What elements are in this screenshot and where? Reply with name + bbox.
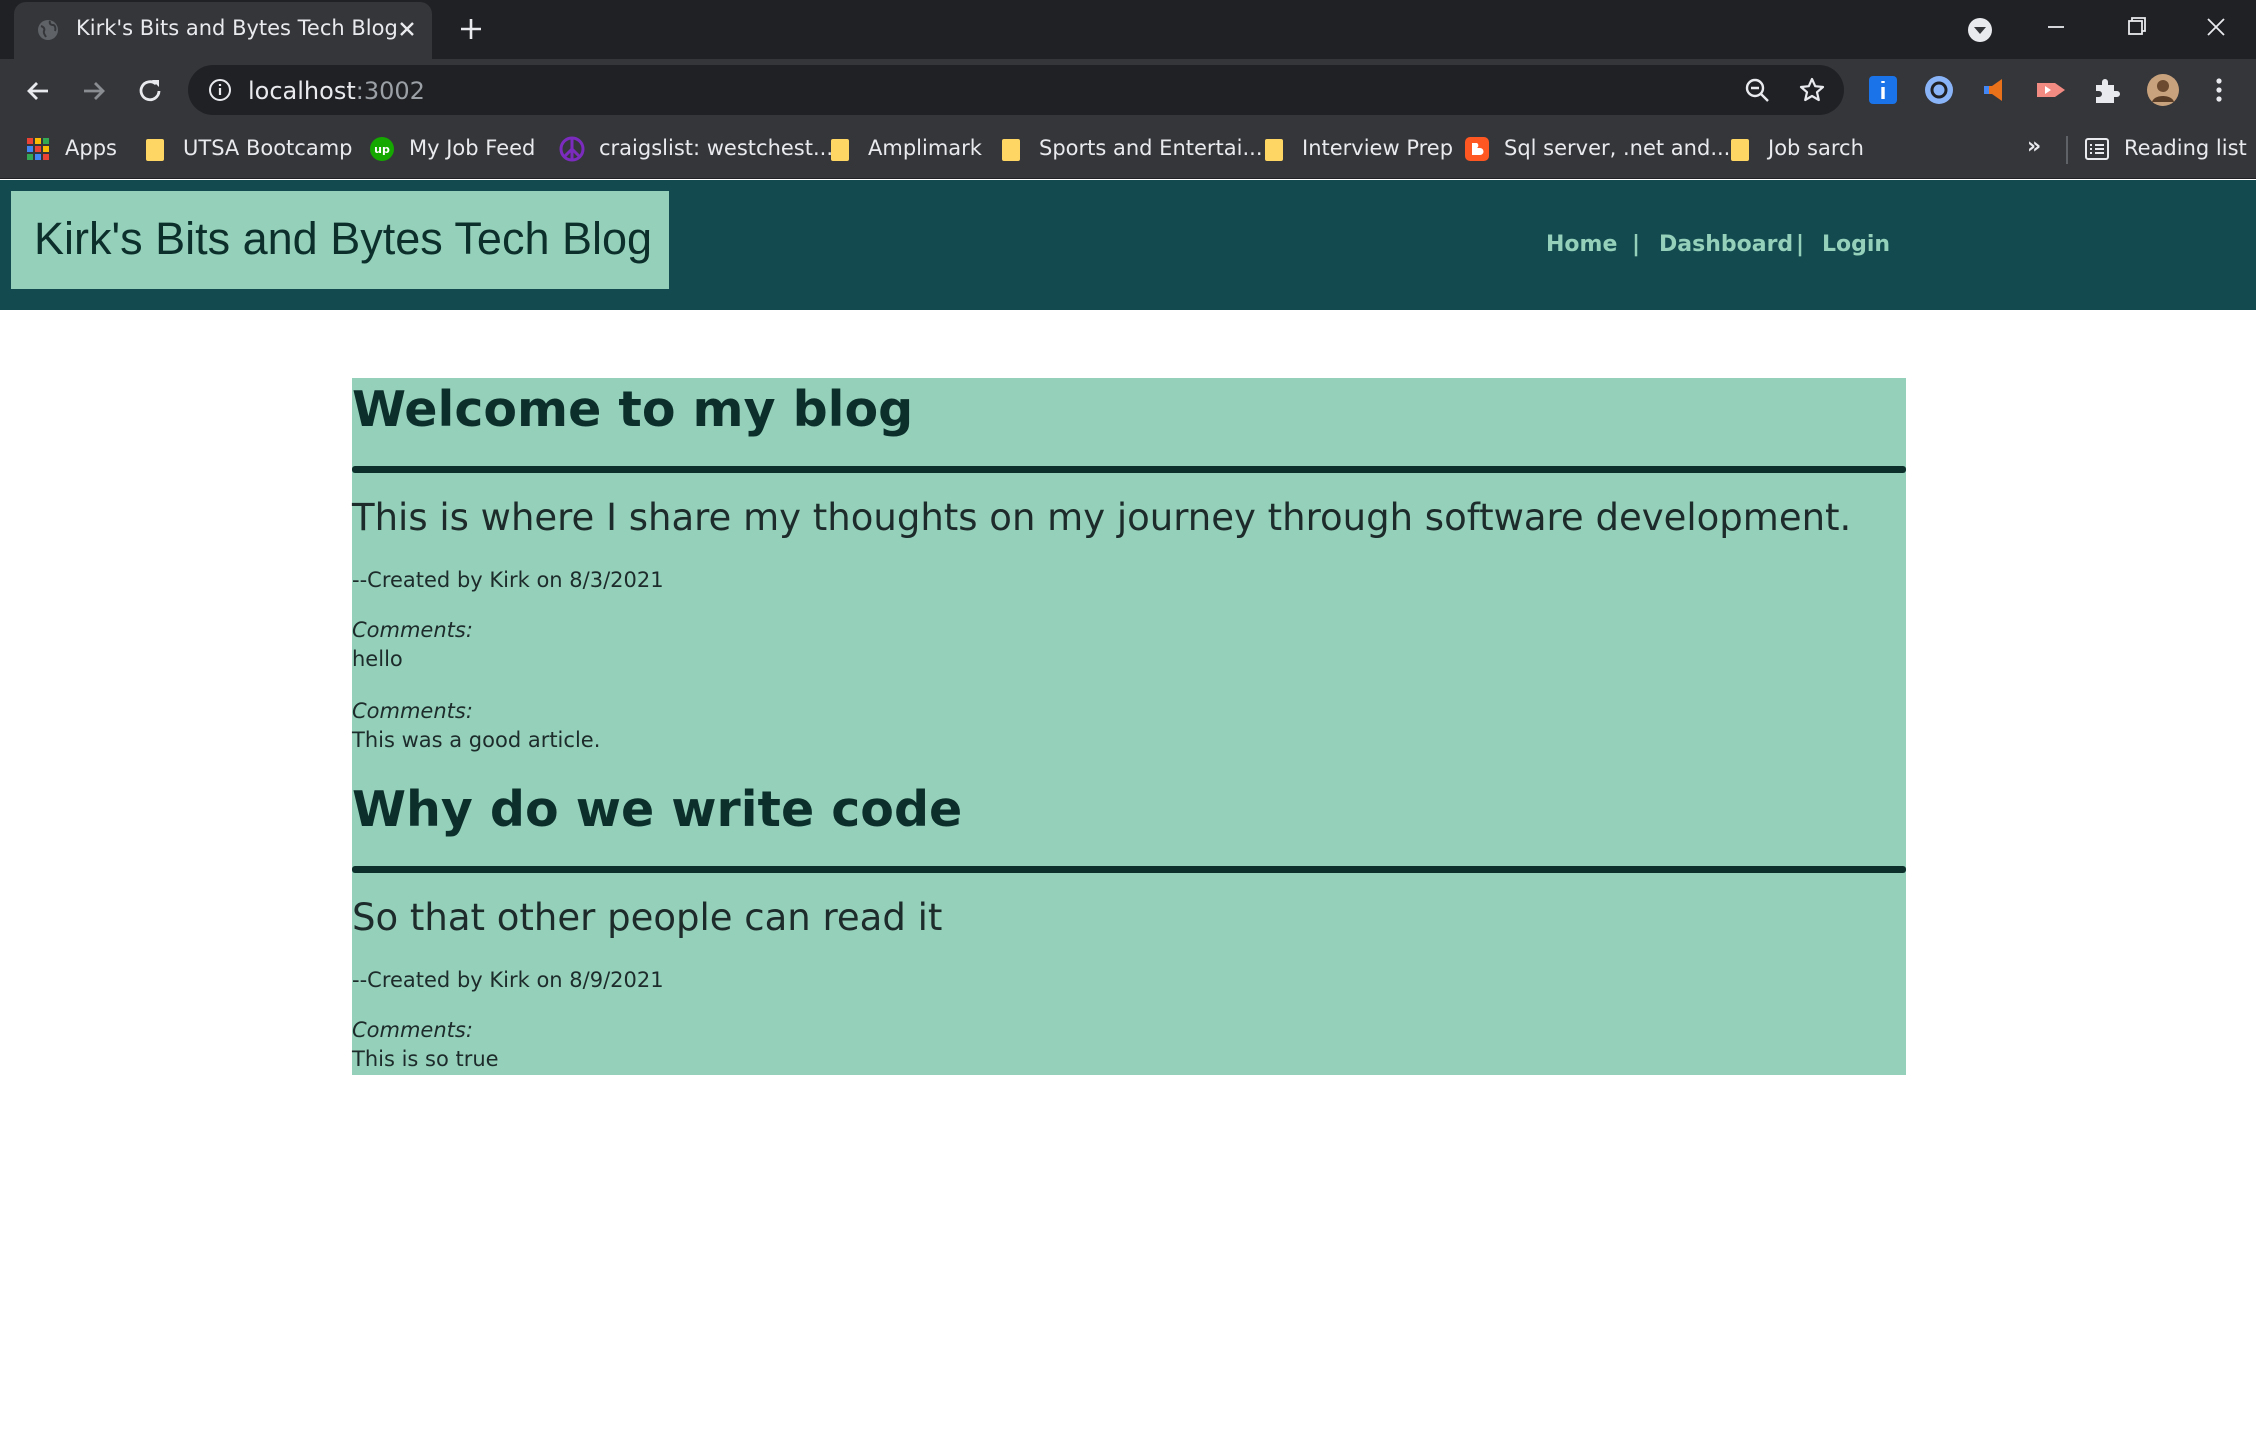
post-title[interactable]: Why do we write code	[352, 781, 962, 838]
bookmark-label: craigslist: westchest...	[599, 136, 833, 160]
folder-icon	[146, 139, 164, 161]
forward-icon[interactable]	[76, 73, 112, 109]
blogger-icon	[1465, 137, 1489, 161]
chrome-menu-icon[interactable]	[2202, 73, 2236, 107]
profile-avatar-icon[interactable]	[2146, 73, 2180, 107]
bookmark-label: UTSA Bootcamp	[183, 136, 353, 160]
post-meta: --Created by Kirk on 8/9/2021	[352, 968, 664, 992]
bookmark-label: Interview Prep	[1302, 136, 1454, 160]
site-brand: Kirk's Bits and Bytes Tech Blog	[11, 191, 669, 289]
info-extension-icon[interactable]	[1866, 73, 1900, 107]
site-info-icon[interactable]	[208, 78, 232, 102]
reload-icon[interactable]	[132, 73, 168, 109]
folder-icon	[831, 139, 849, 161]
nav-home-link[interactable]: Home	[1546, 232, 1617, 257]
circle-extension-icon[interactable]	[1922, 73, 1956, 107]
close-tab-icon[interactable]	[392, 14, 422, 44]
reading-list-label: Reading list	[2124, 136, 2247, 160]
nav-dashboard-link[interactable]: Dashboard	[1659, 232, 1793, 257]
bookmark-label: Job sarch	[1768, 136, 1864, 160]
video-extension-icon[interactable]	[2034, 73, 2068, 107]
post-title[interactable]: Welcome to my blog	[352, 381, 913, 438]
nav-separator: |	[1796, 232, 1805, 257]
tab-search-icon[interactable]	[1966, 16, 1994, 44]
comment-text: This is so true	[352, 1047, 499, 1071]
more-bookmarks-button[interactable]: »	[2027, 134, 2041, 159]
close-window-icon[interactable]	[2198, 12, 2234, 42]
back-icon[interactable]	[20, 73, 56, 109]
comment-text: This was a good article.	[352, 728, 601, 752]
peace-icon	[559, 136, 585, 162]
bookmark-label: Apps	[65, 136, 117, 160]
upwork-icon: up	[370, 137, 394, 161]
comment-text: hello	[352, 647, 403, 671]
folder-icon	[1731, 139, 1749, 161]
svg-text:up: up	[374, 143, 390, 156]
bookmark-label: Sql server, .net and...	[1504, 136, 1731, 160]
site-header: Kirk's Bits and Bytes Tech Blog Home | D…	[0, 180, 2256, 310]
address-bar[interactable]: localhost:3002	[188, 65, 1844, 115]
new-tab-icon[interactable]	[456, 14, 486, 44]
tab-strip: Kirk's Bits and Bytes Tech Blog	[0, 0, 2256, 59]
active-tab[interactable]: Kirk's Bits and Bytes Tech Blog	[14, 2, 432, 59]
bookmarks-divider	[2066, 136, 2068, 164]
bookmarks-bar: Apps UTSA Bootcamp up My Job Feed craigs…	[0, 122, 2256, 179]
zoom-icon[interactable]	[1743, 76, 1771, 104]
minimize-icon[interactable]	[2038, 12, 2074, 42]
browser-toolbar: localhost:3002	[0, 59, 2256, 122]
reading-list-icon	[2085, 138, 2109, 160]
bookmark-label: Sports and Entertai...	[1039, 136, 1263, 160]
extensions-puzzle-icon[interactable]	[2090, 73, 2124, 107]
nav-separator: |	[1632, 232, 1641, 257]
comment-label: Comments:	[352, 699, 473, 723]
nav-login-link[interactable]: Login	[1822, 232, 1890, 257]
folder-icon	[1265, 139, 1283, 161]
bookmark-label: Amplimark	[868, 136, 982, 160]
bookmark-star-icon[interactable]	[1798, 76, 1826, 104]
post-content: So that other people can read it	[352, 896, 943, 939]
globe-icon	[38, 20, 58, 40]
url-port: :3002	[355, 77, 425, 105]
site-title: Kirk's Bits and Bytes Tech Blog	[34, 213, 653, 264]
tab-title: Kirk's Bits and Bytes Tech Blog	[76, 16, 398, 40]
restore-icon[interactable]	[2118, 12, 2154, 42]
url-host: localhost	[248, 77, 356, 105]
post-meta: --Created by Kirk on 8/3/2021	[352, 568, 664, 592]
folder-icon	[1002, 139, 1020, 161]
posts-container: Welcome to my blog This is where I share…	[352, 378, 1906, 1075]
megaphone-extension-icon[interactable]	[1978, 73, 2012, 107]
post-divider	[352, 866, 1906, 873]
url-text[interactable]: localhost:3002	[248, 77, 425, 105]
comment-label: Comments:	[352, 1018, 473, 1042]
comment-label: Comments:	[352, 618, 473, 642]
post-divider	[352, 466, 1906, 473]
post-content: This is where I share my thoughts on my …	[352, 496, 1852, 539]
bookmark-label: My Job Feed	[409, 136, 536, 160]
apps-grid-icon	[27, 138, 49, 160]
